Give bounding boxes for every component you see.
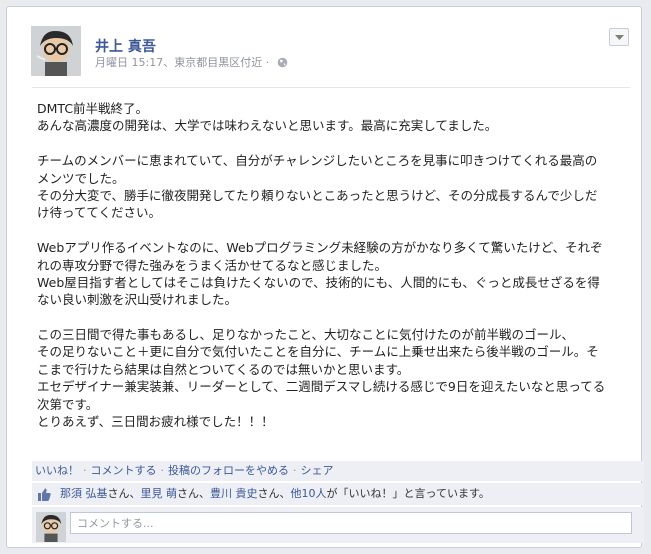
post-timestamp[interactable]: 月曜日 15:17、東京都目黒区付近 · bbox=[95, 56, 269, 69]
viewer-avatar bbox=[36, 512, 66, 542]
likes-summary: 那須 弘基さん、里見 萌さん、豊川 貴史さん、他10人が「いいね！」と言っていま… bbox=[32, 483, 644, 505]
post-text-line: け待っててください。 bbox=[37, 205, 162, 221]
author-avatar[interactable] bbox=[31, 26, 81, 76]
action-bar: いいね！ · コメントする · 投稿のフォローをやめる · シェア bbox=[32, 461, 644, 481]
post-text-line: れの専攻分野で得た強みをうまく活かせてるなと感じました。 bbox=[37, 257, 388, 273]
liker-name-link[interactable]: 里見 萌 bbox=[141, 487, 178, 500]
post-text-line: DMTC前半戦終了。 bbox=[37, 101, 149, 116]
liker-name-link[interactable]: 豊川 貴史 bbox=[210, 487, 258, 500]
post-text-line bbox=[37, 222, 631, 239]
post-text-line: こまで行けたら結果は自然とついてくるのでは無いかと思います。 bbox=[37, 361, 410, 377]
comment-link[interactable]: コメントする bbox=[91, 464, 157, 477]
post-text-line: 次第です。 bbox=[37, 396, 99, 412]
others-likers-link[interactable]: 他10人 bbox=[291, 487, 327, 500]
like-link[interactable]: いいね！ bbox=[35, 464, 79, 477]
post-text-line: その足りないこと＋更に自分で気付いたことを自分に、チームに上乗せ出来たら後半戦の… bbox=[37, 344, 599, 360]
globe-icon[interactable] bbox=[277, 57, 288, 68]
post-text-line: とりあえず、三日間お疲れ様でした！！！ bbox=[37, 414, 274, 430]
post-text-line: エセデザイナー兼実装兼、リーダーとして、二週間デスマし続ける感じで9日を迎えたい… bbox=[37, 379, 606, 395]
separator: · bbox=[293, 464, 297, 477]
post-text-line: メンツでした。 bbox=[37, 170, 125, 186]
post-text-line: この三日間で得た事もあるし、足りなかったこと、大切なことに気付けたのが前半戦のゴ… bbox=[37, 327, 575, 343]
separator: · bbox=[160, 464, 165, 477]
post-meta: 月曜日 15:17、東京都目黒区付近 · bbox=[95, 54, 288, 70]
post-text-line: その分大変で、勝手に徹夜開発してたり頼りないとこあったと思うけど、その分成長する… bbox=[37, 187, 598, 203]
likes-text: さん bbox=[107, 487, 130, 500]
likes-text: 、 bbox=[129, 487, 141, 500]
post-text-line: Webアプリ作るイベントなのに、Webプログラミング未経験の方がかなり多くて驚い… bbox=[37, 240, 603, 256]
comment-input[interactable] bbox=[70, 512, 632, 534]
author-name-link[interactable]: 井上 真吾 bbox=[95, 36, 156, 56]
share-link[interactable]: シェア bbox=[301, 464, 334, 477]
thumbs-up-icon bbox=[38, 488, 51, 501]
post-menu-button[interactable] bbox=[609, 28, 629, 46]
likes-text: 、 bbox=[199, 487, 210, 500]
comment-composer bbox=[32, 507, 644, 543]
post-text: DMTC前半戦終了。あんな高濃度の開発は、大学では味わえないと思います。最高に充… bbox=[37, 100, 631, 430]
unfollow-post-link[interactable]: 投稿のフォローをやめる bbox=[168, 464, 289, 477]
liker-name-link[interactable]: 那須 弘基 bbox=[60, 487, 108, 500]
likes-text: 、 bbox=[279, 487, 291, 500]
post-text-line: あんな高濃度の開発は、大学では味わえないと思います。最高に充実してました。 bbox=[37, 118, 498, 134]
likes-text: さん bbox=[177, 487, 199, 500]
chevron-down-icon bbox=[615, 35, 624, 40]
likes-text: が「いいね！」と言っています。 bbox=[326, 487, 490, 500]
post-text-line: チームのメンバーに恵まれていて、自分がチャレンジしたいところを見事に叩きつけてく… bbox=[37, 153, 598, 169]
post-text-line bbox=[37, 309, 631, 326]
post-card: 井上 真吾 月曜日 15:17、東京都目黒区付近 · DMTC前半戦終了。あんな… bbox=[6, 6, 644, 548]
divider bbox=[32, 87, 630, 88]
likes-text: さん bbox=[257, 487, 280, 500]
separator: · bbox=[83, 464, 87, 477]
post-text-line: Web屋目指す者としてはそこは負けたくないので、技術的にも、人間的にも、ぐっと成… bbox=[37, 274, 600, 290]
post-text-line: ない良い刺激を沢山受けれました。 bbox=[37, 292, 238, 308]
post-text-line bbox=[37, 135, 631, 152]
